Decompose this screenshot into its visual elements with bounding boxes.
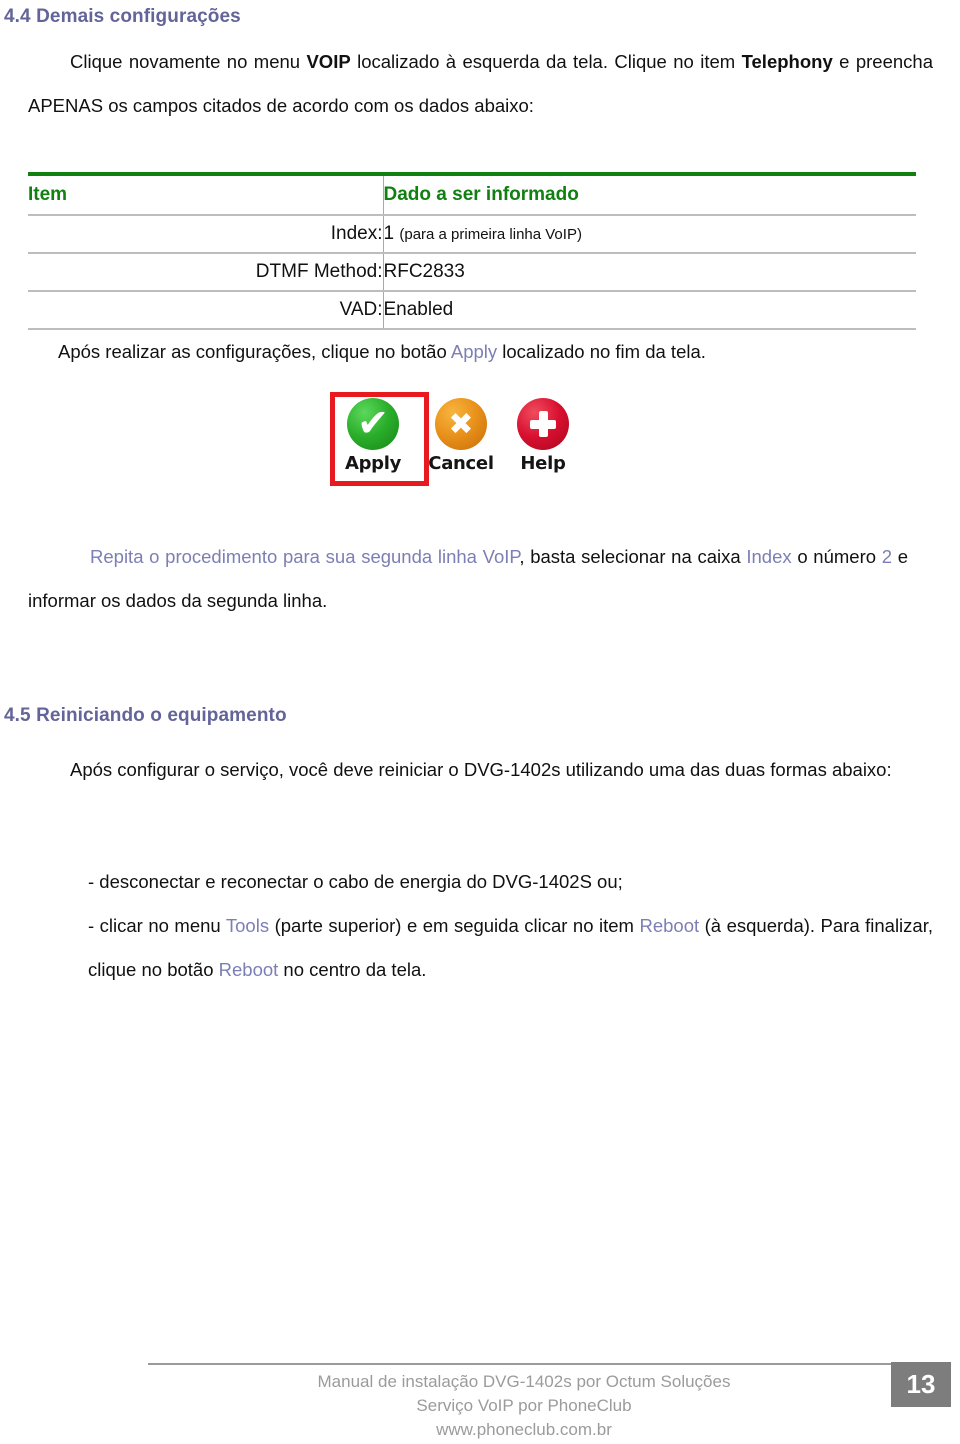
apply-link-text: Apply xyxy=(450,341,498,362)
item-name-reboot: Reboot xyxy=(639,915,700,936)
red-plus-icon xyxy=(517,398,569,450)
table-row: Index: 1 (para a primeira linha VoIP) xyxy=(28,215,916,254)
help-button-label: Help xyxy=(520,453,566,474)
list-item: - desconectar e reconectar o cabo de ene… xyxy=(88,871,623,892)
apply-text-part-1: Após realizar as configurações, clique n… xyxy=(58,341,451,362)
cancel-button[interactable]: ✖ Cancel xyxy=(420,398,502,474)
settings-table: Item Dado a ser informado Index: 1 (para… xyxy=(28,172,916,330)
bullet2-part-4: no centro da tela. xyxy=(278,959,427,980)
button-name-reboot: Reboot xyxy=(218,959,279,980)
cell-value-note: (para a primeira linha VoIP) xyxy=(399,226,582,243)
cancel-button-label: Cancel xyxy=(428,453,494,474)
cell-value-main: 1 xyxy=(383,223,395,244)
section-heading-4-5: 4.5 Reiniciando o equipamento xyxy=(4,705,287,726)
apply-highlight-box xyxy=(330,392,429,486)
repeat-text-part-4: o número xyxy=(791,546,882,567)
table-header-item: Item xyxy=(28,176,383,216)
table-cell-item: VAD: xyxy=(28,291,383,330)
x-glyph: ✖ xyxy=(448,407,474,442)
menu-name-voip: VOIP xyxy=(306,51,351,72)
footer-divider xyxy=(148,1363,900,1365)
plus-vertical-bar xyxy=(538,411,548,437)
section-heading-4-4: 4.4 Demais configurações xyxy=(4,6,241,27)
repeat-text-accent-1: Repita o procedimento para sua segunda l… xyxy=(90,546,520,567)
table-row: DTMF Method: RFC2833 xyxy=(28,253,916,292)
apply-text-part-2: localizado no fim da tela. xyxy=(497,341,706,362)
orange-x-icon: ✖ xyxy=(435,398,487,450)
intro-paragraph: Clique novamente no menu VOIP localizado… xyxy=(28,40,933,128)
table-header-value: Dado a ser informado xyxy=(382,176,916,216)
document-page: 4.4 Demais configurações Clique novament… xyxy=(0,0,960,1444)
repeat-value-two: 2 xyxy=(881,546,893,567)
repeat-procedure-paragraph: Repita o procedimento para sua segunda l… xyxy=(28,535,908,623)
reboot-intro-paragraph: Após configurar o serviço, você deve rei… xyxy=(70,759,892,780)
table-cell-value: RFC2833 xyxy=(382,253,916,292)
table-cell-value: Enabled xyxy=(382,291,916,330)
page-number-badge: 13 xyxy=(891,1362,951,1407)
footer-line-2: Serviço VoIP por PhoneClub xyxy=(416,1396,632,1415)
bullet2-part-2: (parte superior) e em seguida clicar no … xyxy=(269,915,640,936)
apply-paragraph: Após realizar as configurações, clique n… xyxy=(58,330,938,374)
help-button[interactable]: Help xyxy=(502,398,584,474)
repeat-field-index: Index xyxy=(746,546,792,567)
bullet2-part-1: - clicar no menu xyxy=(88,915,226,936)
intro-text-part-1: Clique novamente no menu xyxy=(70,51,307,72)
footer: Manual de instalação DVG-1402s por Octum… xyxy=(148,1370,900,1442)
intro-text-part-2: localizado à esquerda da tela. Clique no… xyxy=(350,51,742,72)
menu-name-tools: Tools xyxy=(225,915,270,936)
footer-line-1: Manual de instalação DVG-1402s por Octum… xyxy=(317,1372,731,1391)
table-cell-item: Index: xyxy=(28,215,383,254)
footer-line-3: www.phoneclub.com.br xyxy=(436,1420,612,1439)
table-row: VAD: Enabled xyxy=(28,291,916,330)
list-item: - clicar no menu Tools (parte superior) … xyxy=(88,904,933,992)
table-header-row: Item Dado a ser informado xyxy=(28,176,916,216)
repeat-text-part-2: , basta selecionar na caixa xyxy=(519,546,747,567)
button-bar-screenshot: ✔ Apply ✖ Cancel Help xyxy=(330,392,588,492)
table-cell-value: 1 (para a primeira linha VoIP) xyxy=(382,215,916,254)
item-name-telephony: Telephony xyxy=(741,51,833,72)
table-cell-item: DTMF Method: xyxy=(28,253,383,292)
reboot-options-list: - desconectar e reconectar o cabo de ene… xyxy=(88,860,933,992)
